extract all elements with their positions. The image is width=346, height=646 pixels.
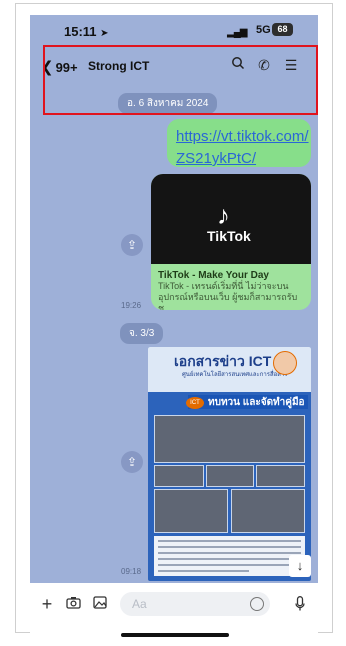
signal-icon: ▂▄▆ bbox=[227, 27, 247, 38]
ict-logo-icon: ICT bbox=[186, 397, 204, 409]
chat-screen: 15:11 ➤ ▂▄▆ 5G 68 ❮ 99+ Strong ICT ✆ ☰ อ.… bbox=[30, 15, 318, 644]
avatar bbox=[273, 351, 297, 375]
back-button[interactable]: ❮ 99+ bbox=[41, 58, 78, 76]
search-icon[interactable] bbox=[229, 56, 247, 74]
photo-meeting-6 bbox=[231, 489, 305, 533]
menu-icon[interactable]: ☰ bbox=[282, 56, 300, 74]
microphone-icon[interactable] bbox=[292, 596, 308, 612]
home-indicator bbox=[121, 633, 229, 637]
doc-text-line bbox=[158, 540, 301, 542]
tiktok-brand: TikTok bbox=[207, 228, 251, 244]
emoji-icon[interactable] bbox=[250, 597, 264, 611]
share-icon[interactable]: ⇪ bbox=[121, 234, 143, 256]
chat-header: ❮ 99+ Strong ICT ✆ ☰ bbox=[30, 49, 318, 83]
message-input-placeholder: Aa bbox=[132, 597, 147, 611]
doc-text-line bbox=[158, 546, 301, 548]
image-message[interactable]: เอกสารข่าว ICT ศูนย์เทคโนโลยีสารสนเทศและ… bbox=[148, 347, 311, 581]
day-separator: จ. 3/3 bbox=[120, 323, 164, 344]
card-title: TikTok - Make Your Day bbox=[158, 270, 269, 281]
message-composer: + Aa bbox=[30, 587, 318, 621]
network-type: 5G bbox=[256, 24, 271, 36]
share-icon[interactable]: ⇪ bbox=[121, 451, 143, 473]
link-message-bubble[interactable]: https://vt.tiktok.com/ ZS21ykPtC/ bbox=[167, 119, 311, 167]
tiktok-link-line2[interactable]: ZS21ykPtC/ bbox=[176, 148, 302, 170]
link-preview-card[interactable]: ♪ TikTok TikTok - Make Your Day TikTok -… bbox=[151, 174, 311, 310]
image-icon[interactable] bbox=[92, 596, 108, 612]
doc-text-line bbox=[158, 558, 301, 560]
location-arrow-icon: ➤ bbox=[100, 28, 109, 39]
doc-header: เอกสารข่าว ICT ศูนย์เทคโนโลยีสารสนเทศและ… bbox=[148, 347, 311, 392]
photo-meeting-4 bbox=[256, 465, 305, 487]
photo-meeting-3 bbox=[206, 465, 254, 487]
scroll-down-button[interactable]: ↓ bbox=[289, 555, 311, 577]
phone-call-icon[interactable]: ✆ bbox=[255, 56, 273, 74]
tiktok-logo-icon: ♪ bbox=[217, 200, 230, 230]
camera-icon[interactable] bbox=[65, 596, 81, 612]
status-bar: 15:11 ➤ ▂▄▆ 5G 68 bbox=[30, 15, 318, 43]
message-input[interactable]: Aa bbox=[120, 592, 270, 616]
message-time: 09:18 bbox=[121, 567, 142, 576]
doc-text-line bbox=[158, 570, 249, 572]
photo-meeting-5 bbox=[154, 489, 228, 533]
message-time: 19:26 bbox=[121, 301, 142, 310]
doc-text-line bbox=[158, 564, 301, 566]
doc-banner: ทบทวน และจัดทำคู่มือ bbox=[208, 397, 305, 408]
photo-meeting-1 bbox=[154, 415, 305, 463]
chevron-left-icon: ❮ bbox=[41, 59, 54, 76]
date-separator: อ. 6 สิงหาคม 2024 bbox=[118, 93, 218, 114]
card-desc-line1: TikTok - เทรนด์เริ่มที่นี่ ไม่ว่าจะบน bbox=[158, 281, 289, 291]
status-time: 15:11 ➤ bbox=[64, 24, 109, 39]
tiktok-preview-image: ♪ TikTok bbox=[151, 174, 311, 264]
tiktok-link-line1[interactable]: https://vt.tiktok.com/ bbox=[176, 126, 309, 148]
unread-count: 99+ bbox=[55, 60, 78, 75]
doc-text-line bbox=[158, 552, 301, 554]
doc-subtitle: ศูนย์เทคโนโลยีสารสนเทศและการสื่อสาร bbox=[182, 372, 288, 378]
card-body: TikTok - Make Your Day TikTok - เทรนด์เร… bbox=[158, 270, 305, 310]
doc-text-block bbox=[154, 536, 305, 576]
arrow-down-icon: ↓ bbox=[296, 558, 304, 573]
chat-title: Strong ICT bbox=[88, 59, 150, 73]
battery-icon: 68 bbox=[272, 23, 293, 36]
card-desc-line2: อุปกรณ์หรือบนเว็บ ผู้ชมก็สามารถรับช... bbox=[158, 292, 298, 310]
plus-icon[interactable]: + bbox=[39, 595, 55, 613]
photo-meeting-2 bbox=[154, 465, 204, 487]
